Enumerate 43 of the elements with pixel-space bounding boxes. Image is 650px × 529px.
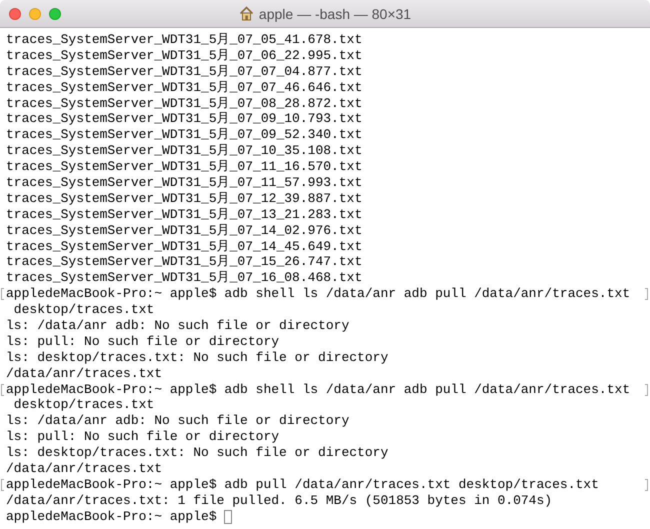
terminal-line: ls: /data/anr adb: No such file or directory [6,413,350,430]
terminal-line: traces_SystemServer_WDT31_5月_07_15_26.747.txt [6,254,362,270]
zoom-button[interactable] [49,8,61,20]
mark-bracket-icon [1,288,4,300]
terminal-line: appledeMacBook-Pro:~ apple$ adb shell ls /data/anr adb pull /data/anr/traces.txt [6,382,630,398]
house-icon [238,6,254,21]
window-title: apple — -bash — 80×31 [258,6,412,22]
terminal-line: traces_SystemServer_WDT31_5月_07_10_35.108.txt [6,143,362,160]
terminal-line: desktop/traces.txt [12,397,154,414]
terminal-line: /data/anr/traces.txt [6,461,162,477]
terminal-line: traces_SystemServer_WDT31_5月_07_14_45.649.txt [6,238,362,254]
terminal-line: traces_SystemServer_WDT31_5月_07_11_57.993.txt [6,175,362,191]
terminal-line: ls: pull: No such file or directory [6,334,280,350]
terminal-line: ls: pull: No such file or directory [6,429,280,446]
terminal-line: appledeMacBook-Pro:~ apple$ adb shell ls /data/anr adb pull /data/anr/traces.txt [6,286,630,302]
terminal-line: /data/anr/traces.txt: 1 file pulled. 6.5 MB/s (501853 bytes in 0.074s) [6,492,552,509]
terminal-line: traces_SystemServer_WDT31_5月_07_16_08.468.txt [6,270,362,286]
terminal-line: traces_SystemServer_WDT31_5月_07_08_28.872.txt [6,96,362,112]
minimize-button[interactable] [29,8,41,20]
cursor [224,510,232,524]
terminal-line: traces_SystemServer_WDT31_5月_07_09_10.793.txt [6,111,362,128]
close-button[interactable] [9,8,21,20]
mark-bracket-icon [645,288,648,300]
mark-bracket-icon [645,384,648,396]
terminal-line: traces_SystemServer_WDT31_5月_07_07_46.646.txt [6,80,362,96]
terminal-line: traces_SystemServer_WDT31_5月_07_12_39.887.txt [6,190,362,207]
terminal-line: desktop/traces.txt [12,302,154,318]
terminal-line: traces_SystemServer_WDT31_5月_07_13_21.283.txt [6,206,362,223]
terminal-line: traces_SystemServer_WDT31_5月_07_14_02.976.txt [6,222,362,239]
terminal-line: traces_SystemServer_WDT31_5月_07_11_16.570.txt [6,159,362,176]
terminal-line: /data/anr/traces.txt [6,366,162,382]
terminal-line: traces_SystemServer_WDT31_5月_07_06_22.995.txt [6,48,362,64]
terminal-line: ls: /data/anr adb: No such file or directory [6,318,350,334]
terminal-line: traces_SystemServer_WDT31_5月_07_07_04.877.txt [6,64,362,80]
mark-bracket-icon [1,384,4,396]
mark-bracket-icon [645,478,648,491]
terminal-line: ls: desktop/traces.txt: No such file or directory [6,350,388,366]
terminal-line: ls: desktop/traces.txt: No such file or directory [6,445,388,462]
terminal-line: appledeMacBook-Pro:~ apple$ [6,508,218,525]
terminal-line: appledeMacBook-Pro:~ apple$ adb pull /data/anr/traces.txt desktop/traces.txt [6,476,599,493]
terminal-line: traces_SystemServer_WDT31_5月_07_05_41.678.txt [6,32,362,48]
terminal-line: traces_SystemServer_WDT31_5月_07_09_52.340.txt [6,127,362,144]
mark-bracket-icon [1,478,4,491]
